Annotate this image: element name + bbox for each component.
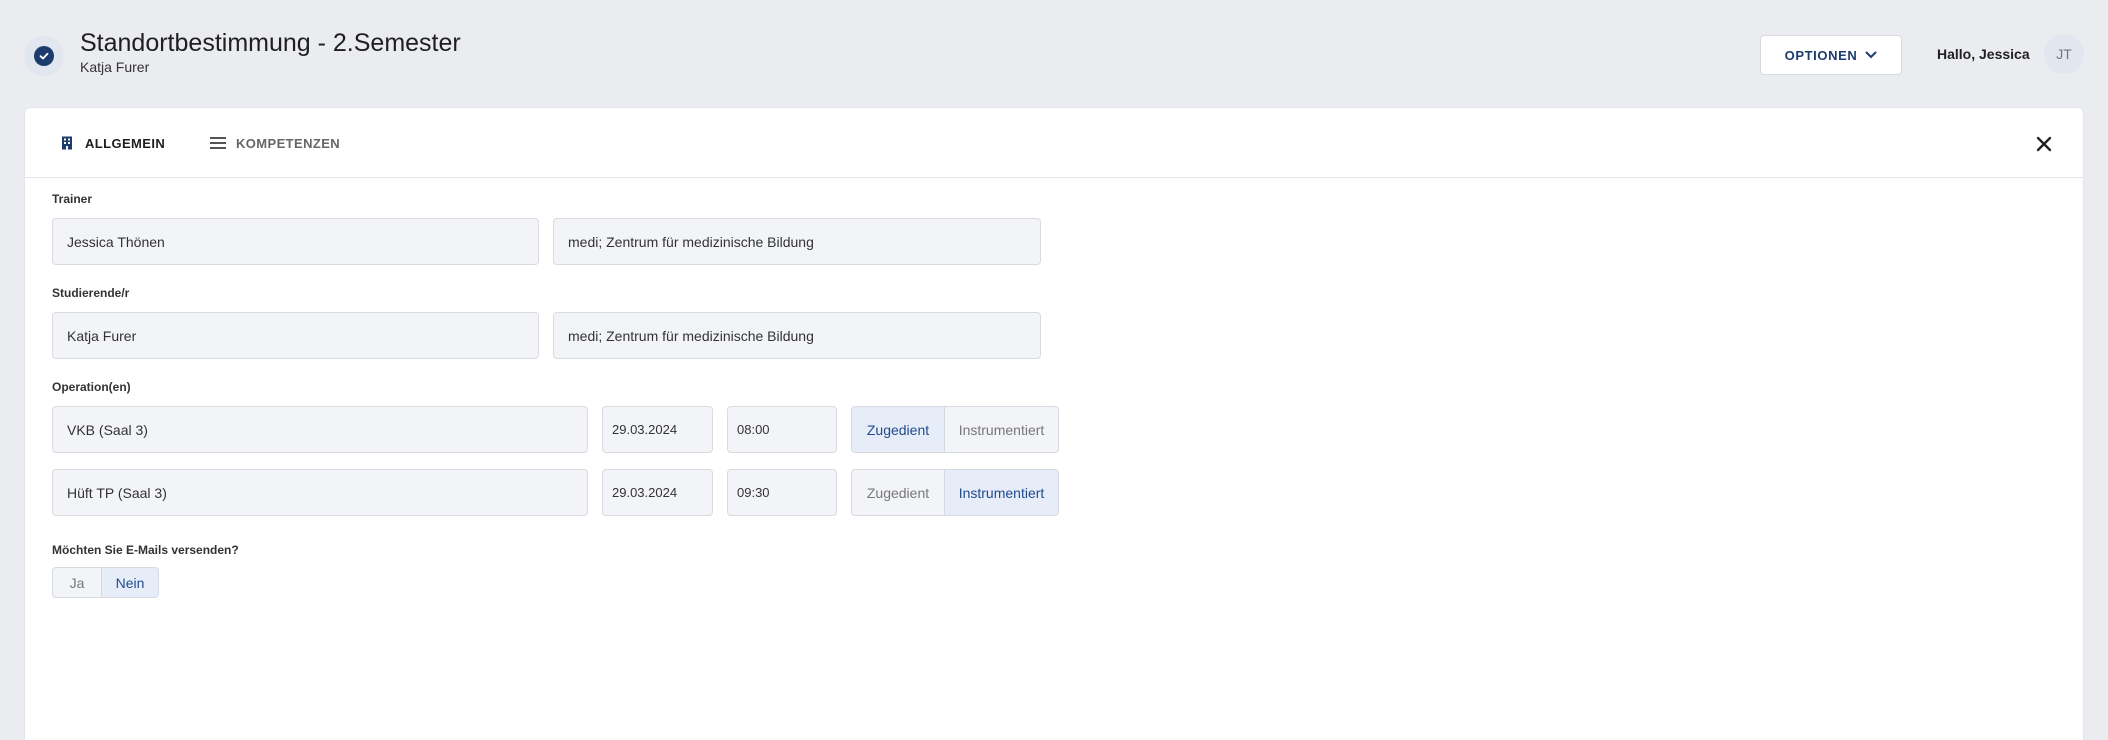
trainer-name-field[interactable]: Jessica Thönen [52, 218, 539, 265]
page-subtitle: Katja Furer [80, 59, 150, 75]
trainer-institution-field[interactable]: medi; Zentrum für medizinische Bildung [553, 218, 1041, 265]
operation-time-field[interactable]: 08:00 [727, 406, 837, 453]
avatar[interactable]: JT [2044, 34, 2084, 74]
operation-name-field[interactable]: Hüft TP (Saal 3) [52, 469, 588, 516]
student-institution-field[interactable]: medi; Zentrum für medizinische Bildung [553, 312, 1041, 359]
operation-date-field[interactable]: 29.03.2024 [602, 469, 713, 516]
instrumentiert-option[interactable]: Instrumentiert [944, 470, 1058, 515]
trainer-label: Trainer [52, 192, 93, 206]
title-block: Standortbestimmung - 2.Semester Katja Fu… [80, 28, 461, 75]
check-circle-icon [24, 36, 64, 76]
operation-date-field[interactable]: 29.03.2024 [602, 406, 713, 453]
tab-allgemein-label: ALLGEMEIN [85, 135, 166, 151]
email-question-label: Möchten Sie E-Mails versenden? [52, 543, 239, 557]
operation-time-field[interactable]: 09:30 [727, 469, 837, 516]
app-header: Standortbestimmung - 2.Semester Katja Fu… [0, 0, 2108, 106]
page-title: Standortbestimmung - 2.Semester [80, 29, 461, 57]
operations-label: Operation(en) [52, 380, 131, 394]
zugedient-option[interactable]: Zugedient [852, 407, 944, 452]
tab-allgemein[interactable]: ALLGEMEIN [61, 132, 165, 154]
building-icon [62, 136, 72, 150]
chevron-down-icon [1865, 51, 1877, 59]
options-button-label: OPTIONEN [1784, 47, 1858, 63]
tab-kompetenzen[interactable]: KOMPETENZEN [210, 132, 340, 154]
email-no-option[interactable]: Nein [101, 568, 158, 597]
main-card: ALLGEMEIN KOMPETENZEN Trainer Jessica Th… [24, 107, 2084, 740]
tab-kompetenzen-label: KOMPETENZEN [236, 135, 341, 151]
instrumentiert-option[interactable]: Instrumentiert [944, 407, 1058, 452]
operation-role-toggle: Zugedient Instrumentiert [851, 406, 1059, 453]
operation-role-toggle: Zugedient Instrumentiert [851, 469, 1059, 516]
zugedient-option[interactable]: Zugedient [852, 470, 944, 515]
list-icon [210, 137, 226, 149]
operation-name-field[interactable]: VKB (Saal 3) [52, 406, 588, 453]
student-name-field[interactable]: Katja Furer [52, 312, 539, 359]
email-toggle: Ja Nein [52, 567, 159, 598]
email-yes-option[interactable]: Ja [53, 568, 101, 597]
user-greeting: Hallo, Jessica [1937, 46, 2030, 62]
student-label: Studierende/r [52, 286, 130, 300]
close-icon[interactable] [2033, 133, 2055, 155]
tab-bar: ALLGEMEIN KOMPETENZEN [25, 108, 2083, 178]
options-button[interactable]: OPTIONEN [1760, 35, 1902, 75]
